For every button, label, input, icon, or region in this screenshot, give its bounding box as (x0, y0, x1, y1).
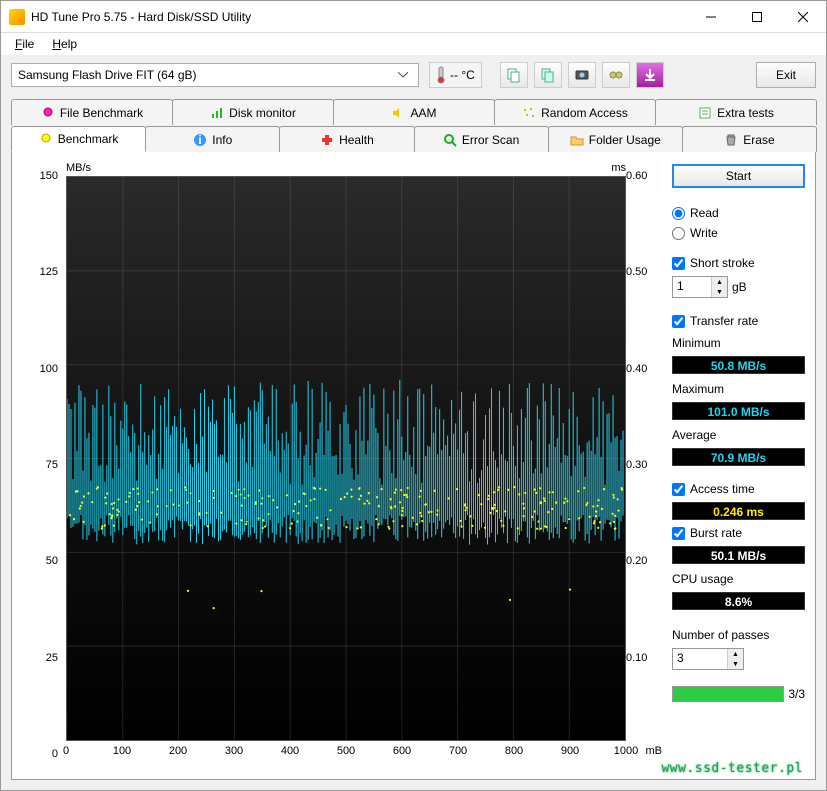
short-stroke-spinner[interactable]: 1▲▼ (672, 276, 728, 298)
start-button[interactable]: Start (672, 164, 805, 188)
temperature-value: -- °C (450, 68, 475, 82)
drive-select[interactable]: Samsung Flash Drive FIT (64 gB) (11, 63, 419, 87)
tab-info[interactable]: iInfo (145, 126, 280, 152)
tab-erase[interactable]: Erase (682, 126, 817, 152)
dots-icon (522, 106, 536, 120)
save-button[interactable] (636, 62, 664, 88)
magnifier-icon (443, 133, 457, 147)
tab-random-access[interactable]: Random Access (494, 99, 656, 125)
chart-icon (210, 106, 224, 120)
menu-file[interactable]: File (7, 35, 42, 53)
toolbar: Samsung Flash Drive FIT (64 gB) -- °C Ex… (1, 55, 826, 95)
speaker-icon (391, 106, 405, 120)
thermometer-icon (436, 66, 446, 84)
transfer-rate-checkbox[interactable]: Transfer rate (672, 314, 805, 328)
max-label: Maximum (672, 382, 805, 396)
benchmark-chart: MB/s ms 0255075100125150 0.100.200.300.4… (22, 162, 662, 769)
access-time-checkbox[interactable]: Access time (672, 482, 805, 496)
avg-label: Average (672, 428, 805, 442)
passes-spinner[interactable]: 3▲▼ (672, 648, 744, 670)
short-stroke-checkbox[interactable]: Short stroke (672, 256, 805, 270)
burst-rate-value: 50.1 MB/s (672, 546, 805, 564)
close-button[interactable] (780, 2, 826, 32)
app-window: HD Tune Pro 5.75 - Hard Disk/SSD Utility… (0, 0, 827, 791)
burst-rate-checkbox[interactable]: Burst rate (672, 526, 805, 540)
min-value: 50.8 MB/s (672, 356, 805, 374)
chevron-down-icon (394, 66, 412, 84)
temperature-display: -- °C (429, 62, 482, 88)
tab-row-secondary: File Benchmark Disk monitor AAM Random A… (11, 99, 816, 125)
copy-text-button[interactable] (500, 62, 528, 88)
max-value: 101.0 MB/s (672, 402, 805, 420)
bulb-icon (39, 132, 53, 146)
menu-bar: File Help (1, 33, 826, 55)
cross-icon (320, 133, 334, 147)
cpu-label: CPU usage (672, 572, 805, 586)
side-panel: Start Read Write Short stroke 1▲▼ gB Tra… (672, 162, 805, 769)
drive-select-value: Samsung Flash Drive FIT (64 gB) (18, 68, 197, 82)
tab-error-scan[interactable]: Error Scan (414, 126, 549, 152)
x-unit: mB (646, 745, 663, 757)
info-icon: i (193, 133, 207, 147)
chart-plot-area (66, 176, 626, 741)
tab-extra-tests[interactable]: Extra tests (655, 99, 817, 125)
tab-benchmark[interactable]: Benchmark (11, 126, 146, 152)
min-label: Minimum (672, 336, 805, 350)
passes-label: Number of passes (672, 628, 805, 642)
spin-down-icon[interactable]: ▼ (712, 287, 727, 297)
spin-down-icon[interactable]: ▼ (728, 659, 743, 669)
spin-up-icon[interactable]: ▲ (712, 277, 727, 287)
folder-icon (570, 133, 584, 147)
tab-disk-monitor[interactable]: Disk monitor (172, 99, 334, 125)
y-left-unit: MB/s (66, 162, 91, 174)
menu-help[interactable]: Help (44, 35, 85, 53)
list-icon (698, 106, 712, 120)
watermark: www.ssd-tester.pl (661, 761, 803, 776)
exit-button[interactable]: Exit (756, 62, 816, 88)
read-radio[interactable]: Read (672, 206, 805, 220)
titlebar: HD Tune Pro 5.75 - Hard Disk/SSD Utility (1, 1, 826, 33)
save-screenshot-button[interactable] (568, 62, 596, 88)
maximize-button[interactable] (734, 2, 780, 32)
avg-value: 70.9 MB/s (672, 448, 805, 466)
tab-health[interactable]: Health (279, 126, 414, 152)
app-icon (9, 9, 25, 25)
copy-screenshot-button[interactable] (534, 62, 562, 88)
svg-text:i: i (199, 133, 202, 147)
tab-aam[interactable]: AAM (333, 99, 495, 125)
access-time-value: 0.246 ms (672, 502, 805, 520)
tab-content-benchmark: MB/s ms 0255075100125150 0.100.200.300.4… (11, 151, 816, 780)
tab-row-primary: Benchmark iInfo Health Error Scan Folder… (11, 126, 816, 152)
spin-up-icon[interactable]: ▲ (728, 649, 743, 659)
bulb-icon (41, 106, 55, 120)
tab-file-benchmark[interactable]: File Benchmark (11, 99, 173, 125)
minimize-button[interactable] (688, 2, 734, 32)
trash-icon (724, 133, 738, 147)
options-button[interactable] (602, 62, 630, 88)
progress-bar (672, 686, 784, 702)
tab-folder-usage[interactable]: Folder Usage (548, 126, 683, 152)
progress-text: 3/3 (788, 687, 805, 701)
short-stroke-unit: gB (732, 280, 747, 294)
cpu-value: 8.6% (672, 592, 805, 610)
window-title: HD Tune Pro 5.75 - Hard Disk/SSD Utility (31, 10, 688, 24)
write-radio[interactable]: Write (672, 226, 805, 240)
